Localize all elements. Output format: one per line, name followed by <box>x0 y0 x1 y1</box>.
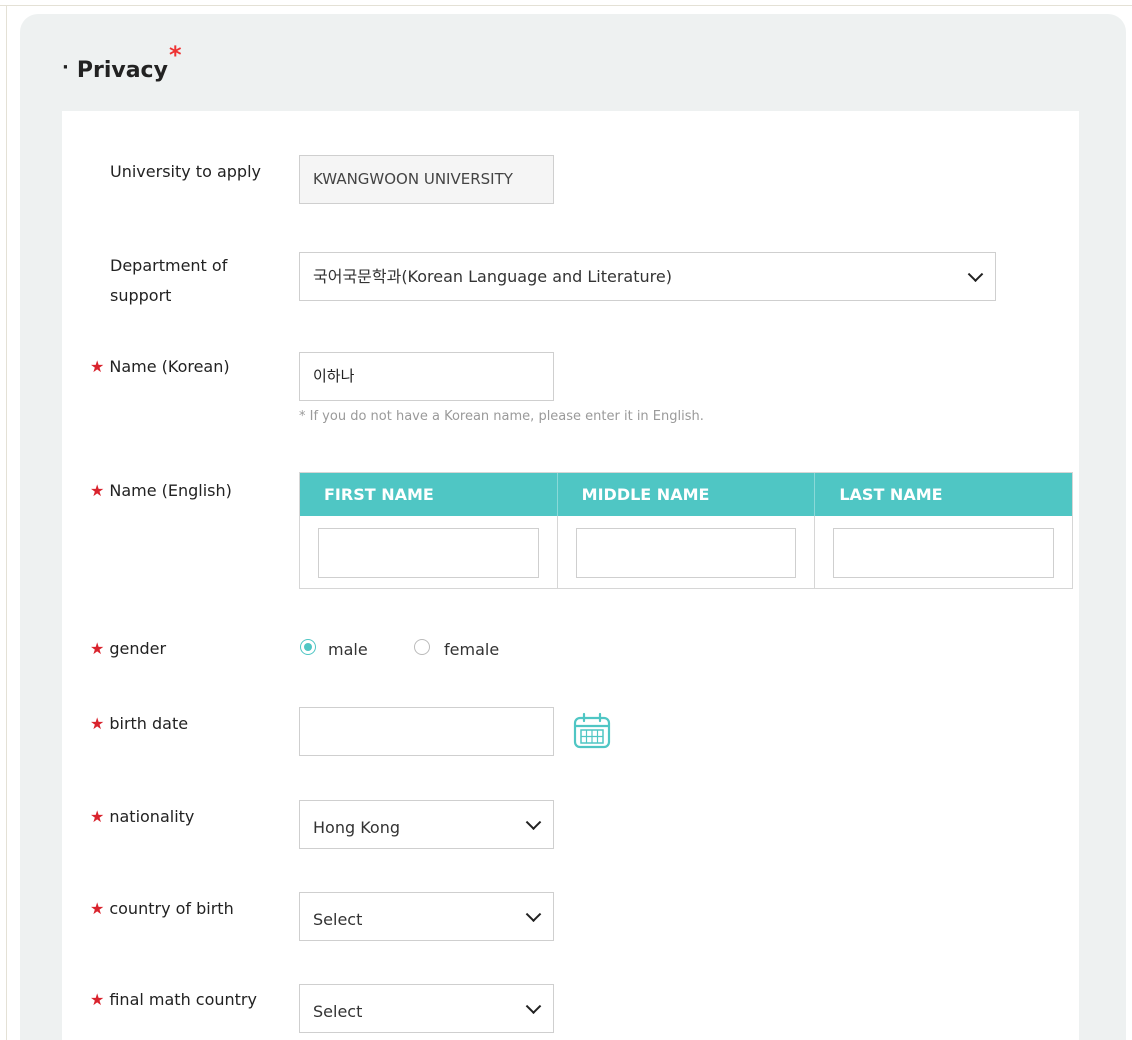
last-name-header: LAST NAME <box>839 485 943 504</box>
final-math-country-select-value: Select <box>313 1002 363 1021</box>
country-of-birth-select[interactable]: Select <box>299 892 554 941</box>
country-of-birth-select-value: Select <box>313 910 363 929</box>
name-english-table: FIRST NAME MIDDLE NAME LAST NAME <box>299 472 1073 589</box>
section-title-text: Privacy <box>76 58 168 83</box>
gender-female-radio[interactable] <box>414 639 430 655</box>
middle-name-cell <box>558 516 816 588</box>
first-name-header: FIRST NAME <box>300 473 558 516</box>
middle-name-header: MIDDLE NAME <box>558 473 816 516</box>
chevron-down-icon <box>967 265 984 282</box>
gender-label: ★ gender <box>90 639 167 658</box>
university-field: KWANGWOON UNIVERSITY <box>299 155 554 204</box>
birth-date-label: ★ birth date <box>90 714 189 733</box>
chevron-down-icon <box>525 997 542 1014</box>
required-asterisk: * <box>168 41 182 69</box>
name-korean-input[interactable]: 이하나 <box>299 352 554 401</box>
department-select[interactable]: 국어국문학과(Korean Language and Literature) <box>299 252 996 301</box>
gender-female-label[interactable]: female <box>444 640 499 659</box>
last-name-input[interactable] <box>833 528 1055 578</box>
calendar-icon[interactable] <box>572 712 612 750</box>
university-label: University to apply <box>110 162 261 181</box>
name-korean-hint: * If you do not have a Korean name, plea… <box>299 409 704 424</box>
country-of-birth-label: ★ country of birth <box>90 899 234 918</box>
name-table-header: FIRST NAME MIDDLE NAME LAST NAME <box>300 473 1072 516</box>
page-left-edge <box>6 6 7 1040</box>
nationality-label: ★ nationality <box>90 807 195 826</box>
nationality-select-value: Hong Kong <box>313 818 400 837</box>
name-korean-label: ★ Name (Korean) <box>90 357 230 376</box>
section-title: · Privacy* <box>62 41 182 83</box>
gender-male-radio[interactable] <box>300 639 316 655</box>
page-top-edge <box>0 0 1132 6</box>
name-table-body <box>300 516 1072 588</box>
final-math-country-label: ★ final math country <box>90 990 257 1009</box>
final-math-country-select[interactable]: Select <box>299 984 554 1033</box>
chevron-down-icon <box>525 813 542 830</box>
bullet-dot: · <box>62 57 69 78</box>
nationality-select[interactable]: Hong Kong <box>299 800 554 849</box>
first-name-input[interactable] <box>318 528 539 578</box>
gender-male-label[interactable]: male <box>328 640 368 659</box>
department-select-value: 국어국문학과(Korean Language and Literature) <box>313 267 672 286</box>
birth-date-input[interactable] <box>299 707 554 756</box>
middle-name-input[interactable] <box>575 528 797 578</box>
department-label: Department of support <box>110 256 228 305</box>
first-name-cell <box>300 516 558 588</box>
name-english-label: ★ Name (English) <box>90 481 232 500</box>
last-name-cell <box>815 516 1072 588</box>
chevron-down-icon <box>525 905 542 922</box>
